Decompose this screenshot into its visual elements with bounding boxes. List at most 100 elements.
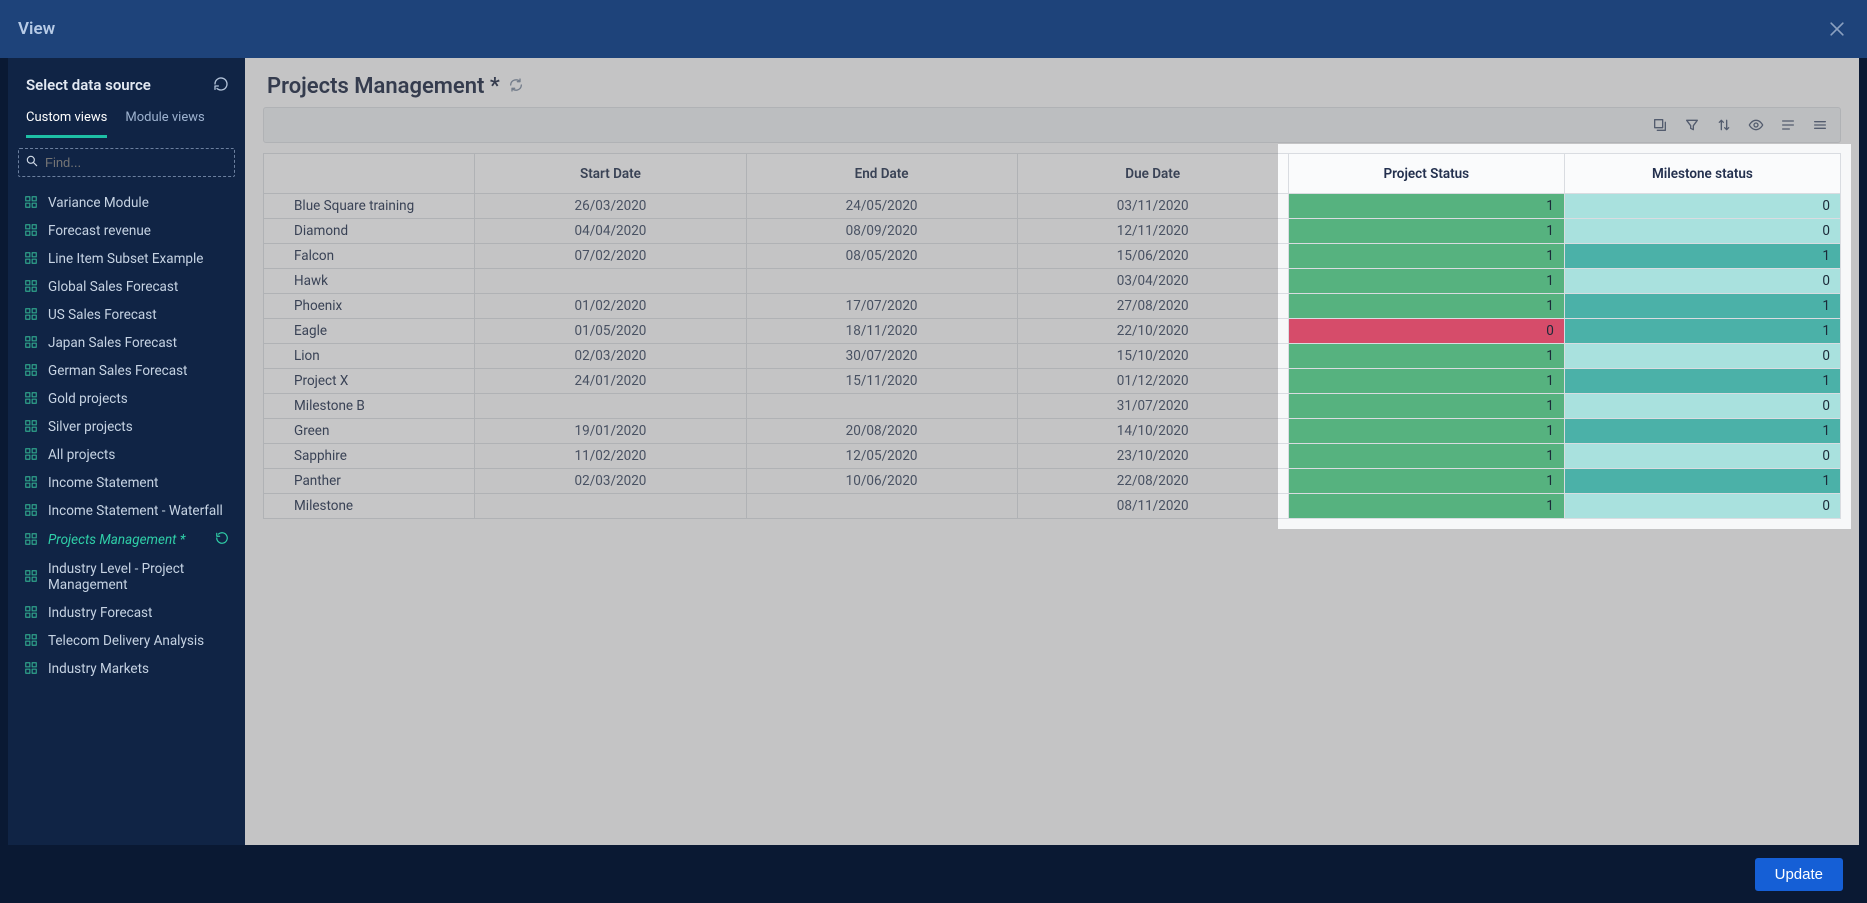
table-row[interactable]: Falcon07/02/202008/05/202015/06/202011 [264,244,1841,269]
date-cell[interactable]: 27/08/2020 [1017,294,1288,319]
milestone-status-cell[interactable]: 1 [1564,294,1840,319]
refresh-icon[interactable] [213,76,231,94]
milestone-status-cell[interactable]: 1 [1564,419,1840,444]
row-header[interactable]: Falcon [264,244,475,269]
table-row[interactable]: Eagle01/05/202018/11/202022/10/202001 [264,319,1841,344]
milestone-status-cell[interactable]: 1 [1564,369,1840,394]
project-status-cell[interactable]: 1 [1288,494,1564,519]
date-cell[interactable]: 04/04/2020 [475,219,746,244]
project-status-cell[interactable]: 0 [1288,319,1564,344]
table-row[interactable]: Hawk03/04/202010 [264,269,1841,294]
row-header[interactable]: Hawk [264,269,475,294]
milestone-status-cell[interactable]: 1 [1564,319,1840,344]
project-status-cell[interactable]: 1 [1288,344,1564,369]
table-row[interactable]: Phoenix01/02/202017/07/202027/08/202011 [264,294,1841,319]
table-row[interactable]: Diamond04/04/202008/09/202012/11/202010 [264,219,1841,244]
table-row[interactable]: Green19/01/202020/08/202014/10/202011 [264,419,1841,444]
sidebar-item[interactable]: US Sales Forecast [8,301,245,329]
sort-icon[interactable] [1714,115,1734,135]
project-status-cell[interactable]: 1 [1288,469,1564,494]
table-row[interactable]: Blue Square training26/03/202024/05/2020… [264,194,1841,219]
date-cell[interactable]: 03/04/2020 [1017,269,1288,294]
milestone-status-cell[interactable]: 0 [1564,194,1840,219]
search-input[interactable] [45,155,228,170]
date-cell[interactable]: 08/05/2020 [746,244,1017,269]
project-status-cell[interactable]: 1 [1288,419,1564,444]
table-row[interactable]: Panther02/03/202010/06/202022/08/202011 [264,469,1841,494]
date-cell[interactable]: 22/10/2020 [1017,319,1288,344]
date-cell[interactable]: 02/03/2020 [475,344,746,369]
sidebar-item[interactable]: Industry Forecast [8,599,245,627]
filter-icon[interactable] [1682,115,1702,135]
more-icon[interactable] [1810,115,1830,135]
sidebar-item[interactable]: German Sales Forecast [8,357,245,385]
table-row[interactable]: Milestone B31/07/202010 [264,394,1841,419]
date-cell[interactable]: 07/02/2020 [475,244,746,269]
row-header[interactable]: Green [264,419,475,444]
row-header[interactable]: Lion [264,344,475,369]
table-row[interactable]: Milestone08/11/202010 [264,494,1841,519]
date-cell[interactable]: 20/08/2020 [746,419,1017,444]
sidebar-item[interactable]: All projects [8,441,245,469]
date-cell[interactable]: 12/05/2020 [746,444,1017,469]
date-cell[interactable]: 01/02/2020 [475,294,746,319]
row-header[interactable]: Milestone B [264,394,475,419]
row-header[interactable]: Phoenix [264,294,475,319]
date-cell[interactable]: 12/11/2020 [1017,219,1288,244]
row-header[interactable]: Sapphire [264,444,475,469]
milestone-status-cell[interactable]: 0 [1564,344,1840,369]
sidebar-item[interactable]: Silver projects [8,413,245,441]
tab-module-views[interactable]: Module views [125,104,204,138]
date-cell[interactable]: 23/10/2020 [1017,444,1288,469]
column-header[interactable]: Due Date [1017,154,1288,194]
sidebar-item[interactable]: Projects Management * [8,525,245,555]
date-cell[interactable]: 11/02/2020 [475,444,746,469]
date-cell[interactable]: 19/01/2020 [475,419,746,444]
date-cell[interactable]: 24/01/2020 [475,369,746,394]
project-status-cell[interactable]: 1 [1288,394,1564,419]
date-cell[interactable]: 01/12/2020 [1017,369,1288,394]
row-header[interactable]: Panther [264,469,475,494]
search-field[interactable] [18,148,235,177]
milestone-status-cell[interactable]: 0 [1564,444,1840,469]
milestone-status-cell[interactable]: 0 [1564,494,1840,519]
date-cell[interactable]: 26/03/2020 [475,194,746,219]
row-header[interactable]: Milestone [264,494,475,519]
date-cell[interactable] [746,394,1017,419]
date-cell[interactable]: 31/07/2020 [1017,394,1288,419]
column-header[interactable]: Project Status [1288,154,1564,194]
milestone-status-cell[interactable]: 1 [1564,244,1840,269]
date-cell[interactable]: 15/06/2020 [1017,244,1288,269]
date-cell[interactable]: 10/06/2020 [746,469,1017,494]
sidebar-item[interactable]: Telecom Delivery Analysis [8,627,245,655]
date-cell[interactable]: 17/07/2020 [746,294,1017,319]
insert-icon[interactable] [1650,115,1670,135]
date-cell[interactable]: 14/10/2020 [1017,419,1288,444]
project-status-cell[interactable]: 1 [1288,369,1564,394]
data-grid[interactable]: Start DateEnd DateDue DateProject Status… [263,153,1841,519]
date-cell[interactable]: 08/09/2020 [746,219,1017,244]
project-status-cell[interactable]: 1 [1288,244,1564,269]
date-cell[interactable]: 15/11/2020 [746,369,1017,394]
table-row[interactable]: Lion02/03/202030/07/202015/10/202010 [264,344,1841,369]
revert-icon[interactable] [215,531,229,549]
column-header[interactable] [264,154,475,194]
table-row[interactable]: Project X24/01/202015/11/202001/12/20201… [264,369,1841,394]
date-cell[interactable]: 18/11/2020 [746,319,1017,344]
project-status-cell[interactable]: 1 [1288,294,1564,319]
date-cell[interactable] [746,494,1017,519]
date-cell[interactable] [746,269,1017,294]
sidebar-item[interactable]: Variance Module [8,189,245,217]
date-cell[interactable]: 24/05/2020 [746,194,1017,219]
sidebar-item[interactable]: Global Sales Forecast [8,273,245,301]
show-hide-icon[interactable] [1746,115,1766,135]
sidebar-item[interactable]: Forecast revenue [8,217,245,245]
row-header[interactable]: Blue Square training [264,194,475,219]
date-cell[interactable] [475,269,746,294]
close-icon[interactable] [1825,17,1849,41]
date-cell[interactable] [475,494,746,519]
sync-icon[interactable] [508,77,524,97]
milestone-status-cell[interactable]: 1 [1564,469,1840,494]
date-cell[interactable] [475,394,746,419]
column-header[interactable]: Milestone status [1564,154,1840,194]
